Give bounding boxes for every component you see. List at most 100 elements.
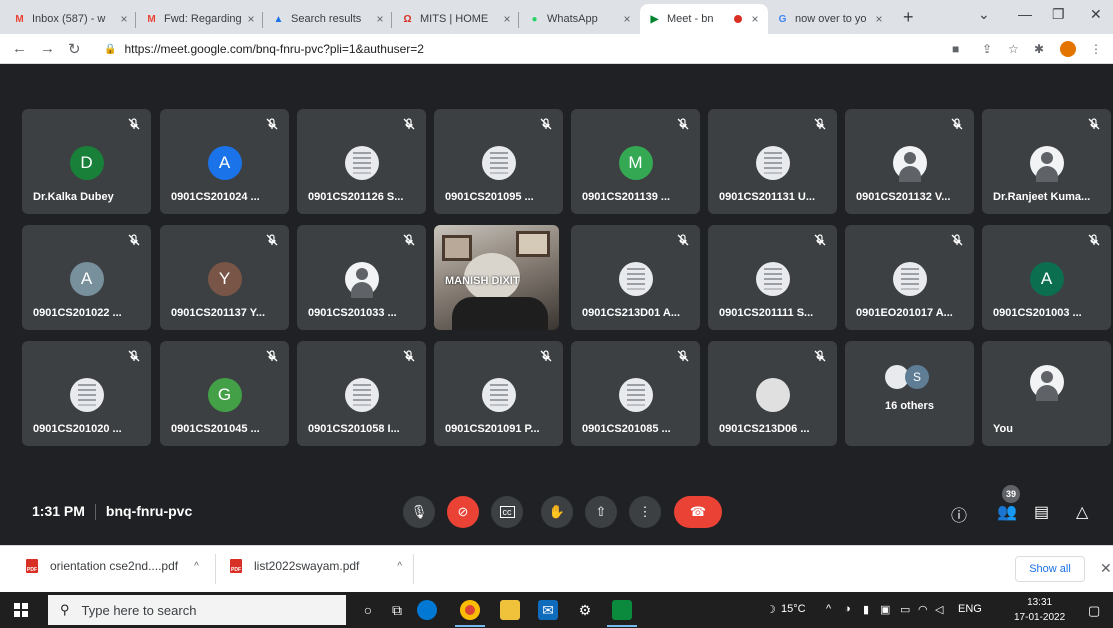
volume-icon[interactable]: ◁ [935, 603, 943, 616]
browser-tab[interactable]: ▲ Search results × [264, 4, 393, 34]
close-tab-icon[interactable]: × [620, 12, 634, 26]
participant-tile[interactable]: 0901CS201131 U... [708, 109, 837, 214]
search-placeholder: Type here to search [81, 602, 197, 618]
browser-tab[interactable]: Ω MITS | HOME × [393, 4, 520, 34]
avatar [618, 262, 653, 296]
captions-button[interactable]: cc [491, 496, 523, 528]
browser-tab-strip: + ⌄ — ❐ ✕ M Inbox (587) - w × M Fwd: Regardi… [0, 0, 1113, 34]
network-icon[interactable]: ◑ [844, 603, 851, 615]
camera-icon[interactable]: ■ [952, 42, 959, 56]
share-icon[interactable]: ⇪ [982, 42, 992, 56]
participant-name: Dr.Ranjeet Kuma... [993, 191, 1091, 203]
participant-tile[interactable]: D Dr.Kalka Dubey [22, 109, 151, 214]
wifi-icon[interactable]: ◠ [918, 603, 928, 616]
notifications-icon[interactable]: ▢ [1088, 603, 1100, 619]
microphone-button[interactable]: 🎙 [403, 496, 435, 528]
close-tab-icon[interactable]: × [373, 12, 387, 26]
weather-icon[interactable]: ☽ [766, 603, 776, 616]
raise-hand-button[interactable]: ✋ [541, 496, 573, 528]
chevron-up-icon[interactable]: ^ [194, 561, 199, 572]
participant-name: 0901CS201022 ... [33, 307, 122, 319]
participant-tile[interactable]: 0901EO201017 A... [845, 225, 974, 330]
participant-tile[interactable]: 0901CS201033 ... [297, 225, 426, 330]
participant-tile[interactable]: Dr.Ranjeet Kuma... [982, 109, 1111, 214]
profile-avatar[interactable] [1060, 41, 1076, 57]
participant-tile[interactable]: 0901CS201091 P... [434, 341, 563, 446]
participant-tile[interactable]: 0901CS201085 ... [571, 341, 700, 446]
chevron-up-icon[interactable]: ^ [397, 561, 402, 572]
file-explorer-icon[interactable] [500, 600, 520, 620]
activities-icon[interactable]: △ [1076, 502, 1088, 522]
participant-tile[interactable]: 0901CS201126 S... [297, 109, 426, 214]
participant-tile[interactable]: A 0901CS201022 ... [22, 225, 151, 330]
browser-tab[interactable]: Gnow over to yo × [768, 4, 892, 34]
cortana-icon[interactable]: ○ [358, 600, 378, 620]
participant-tile[interactable]: Y 0901CS201137 Y... [160, 225, 289, 330]
settings-app-icon[interactable]: ⚙ [575, 600, 595, 620]
participant-tile[interactable]: 0901CS201132 V... [845, 109, 974, 214]
present-screen-button[interactable]: ⇧ [585, 496, 617, 528]
close-tab-icon[interactable]: × [872, 12, 886, 26]
meeting-details-icon[interactable]: ⓘ [951, 502, 967, 526]
close-window-icon[interactable]: ✕ [1090, 6, 1102, 23]
self-tile[interactable]: You [982, 341, 1111, 446]
weather-temp[interactable]: 15°C [781, 603, 806, 615]
leave-call-button[interactable]: ☎ [674, 496, 722, 528]
participant-tile[interactable]: A 0901CS201003 ... [982, 225, 1111, 330]
participant-tile[interactable]: 0901CS201058 I... [297, 341, 426, 446]
participant-tile[interactable]: 0901CS201020 ... [22, 341, 151, 446]
minimize-icon[interactable]: — [1018, 6, 1032, 22]
drive-icon: ▲ [273, 13, 284, 25]
reload-icon[interactable]: ↻ [68, 40, 81, 58]
browser-tab[interactable]: M Fwd: Regarding × [137, 4, 264, 34]
taskbar-clock[interactable]: 13:31 17-01-2022 [1014, 595, 1065, 625]
participant-tile[interactable]: 0901CS201111 S... [708, 225, 837, 330]
camera-toggle-button[interactable]: ⊘ [447, 496, 479, 528]
chrome-icon[interactable] [460, 600, 480, 620]
tray-expand-icon[interactable]: ^ [826, 603, 831, 615]
people-icon[interactable]: 👥 [997, 502, 1017, 522]
participant-tile[interactable]: A 0901CS201024 ... [160, 109, 289, 214]
close-tab-icon[interactable]: × [500, 12, 514, 26]
windows-start-icon[interactable] [14, 603, 28, 617]
close-tab-icon[interactable]: × [244, 12, 258, 26]
language-indicator[interactable]: ENG [958, 603, 982, 615]
download-item[interactable]: PDF orientation cse2nd....pdf ^ [26, 559, 199, 573]
participant-tile[interactable]: 0901CS213D06 ... [708, 341, 837, 446]
show-all-downloads-button[interactable]: Show all [1015, 556, 1085, 582]
more-options-button[interactable]: ⋮ [629, 496, 661, 528]
close-tab-icon[interactable]: × [117, 12, 131, 26]
browser-tab[interactable]: ● WhatsApp × [520, 4, 640, 34]
browser-tab[interactable]: M Inbox (587) - w × [5, 4, 137, 34]
back-icon[interactable]: ← [12, 40, 27, 57]
tab-title: now over to yo [795, 13, 867, 25]
bookmark-star-icon[interactable]: ☆ [1008, 42, 1019, 56]
participant-tile[interactable]: 0901CS201095 ... [434, 109, 563, 214]
address-bar[interactable]: 🔒 https://meet.google.com/bnq-fnru-pvc?p… [104, 38, 934, 60]
mail-icon[interactable]: ✉ [538, 600, 558, 620]
maximize-icon[interactable]: ❐ [1052, 6, 1065, 23]
tab-search-icon[interactable]: ⌄ [978, 6, 990, 23]
menu-kebab-icon[interactable]: ⋮ [1090, 42, 1102, 56]
new-tab-button[interactable]: + [903, 7, 914, 28]
close-shelf-icon[interactable]: ✕ [1100, 560, 1112, 577]
close-tab-icon[interactable]: × [748, 12, 762, 26]
participant-tile[interactable]: M 0901CS201139 ... [571, 109, 700, 214]
forward-icon[interactable]: → [40, 40, 55, 57]
participant-video-tile[interactable]: MANISH DIXIT [434, 225, 559, 330]
security-icon[interactable]: ▣ [880, 603, 890, 616]
chat-icon[interactable]: ▤ [1034, 502, 1049, 522]
edge-icon[interactable] [417, 600, 437, 620]
participant-tile[interactable]: G 0901CS201045 ... [160, 341, 289, 446]
participant-tile[interactable]: 0901CS213D01 A... [571, 225, 700, 330]
mic-off-icon [676, 349, 690, 363]
task-view-icon[interactable]: ⧉ [387, 600, 407, 620]
store-icon[interactable] [612, 600, 632, 620]
avatar [481, 378, 516, 412]
download-item[interactable]: PDF list2022swayam.pdf ^ [230, 559, 402, 573]
battery-icon[interactable]: ▭ [900, 603, 910, 616]
taskbar-search-box[interactable]: ⚲ Type here to search [48, 595, 346, 625]
browser-tab[interactable]: ▶ Meet - bn × [640, 4, 768, 34]
extensions-icon[interactable]: ✱ [1034, 42, 1044, 56]
others-tile[interactable]: S 16 others [845, 341, 974, 446]
